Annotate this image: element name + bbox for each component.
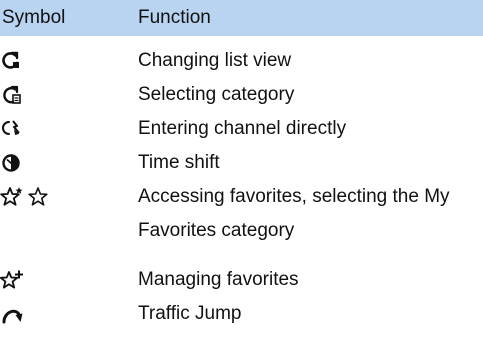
function-text: Traffic Jump — [138, 303, 242, 324]
table-row: Entering channel directly — [0, 112, 483, 146]
function-text: Entering channel directly — [138, 118, 347, 139]
table-row: Time shift — [0, 146, 483, 180]
list-view-icon — [0, 50, 22, 72]
time-shift-icon — [0, 152, 22, 174]
header-function: Function — [138, 7, 211, 28]
favorites-stars-icon — [0, 186, 50, 208]
table-row: Accessing favorites, selecting the My Fa… — [0, 180, 483, 248]
table-row: Managing favorites — [0, 263, 483, 297]
function-text: Managing favorites — [138, 269, 299, 290]
symbol-table: Symbol Function Changing list view Selec… — [0, 0, 483, 337]
traffic-jump-icon — [0, 303, 24, 325]
function-text: Accessing favorites, selecting the My Fa… — [138, 186, 450, 241]
table-row: Selecting category — [0, 78, 483, 112]
table-row: Changing list view — [0, 44, 483, 78]
header-symbol: Symbol — [2, 7, 66, 28]
channel-entry-icon — [0, 118, 22, 140]
table-row: Traffic Jump — [0, 297, 483, 331]
function-text: Time shift — [138, 152, 220, 173]
function-text: Selecting category — [138, 84, 295, 105]
function-text: Changing list view — [138, 50, 292, 71]
table-header: Symbol Function — [0, 0, 483, 36]
category-icon — [0, 84, 22, 106]
manage-favorites-icon — [0, 269, 24, 291]
